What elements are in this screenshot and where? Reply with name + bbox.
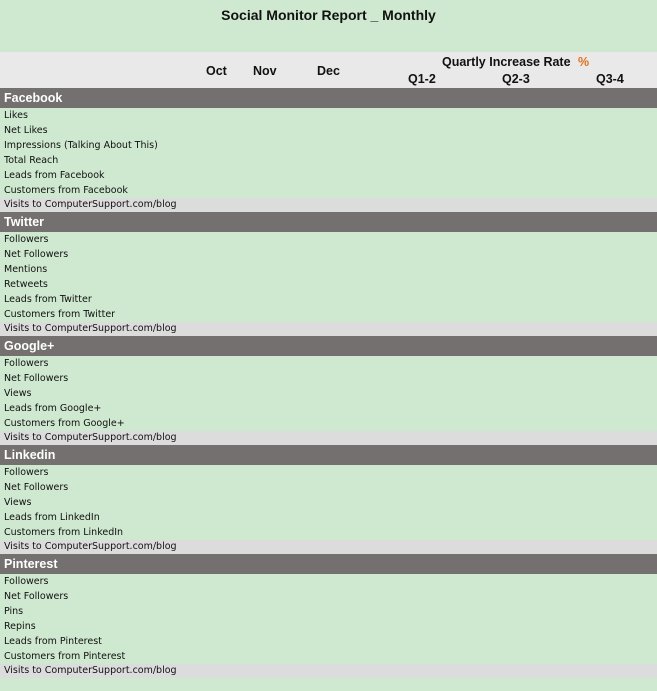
section-header-linkedin: Linkedin <box>0 445 657 465</box>
table-row[interactable]: Followers <box>0 356 657 371</box>
table-row[interactable]: Leads from Pinterest <box>0 634 657 649</box>
quarterly-increase-rate-label: Quartly Increase Rate <box>442 55 571 69</box>
table-row[interactable]: Net Likes <box>0 123 657 138</box>
section-header-google-plus: Google+ <box>0 336 657 356</box>
section-header-facebook: Facebook <box>0 88 657 108</box>
column-header-band: Oct Nov Dec Quartly Increase Rate % Q1-2… <box>0 52 657 88</box>
percent-unit-label: % <box>578 55 590 69</box>
table-row[interactable]: Net Followers <box>0 480 657 495</box>
column-header-oct: Oct <box>206 64 227 78</box>
table-row[interactable]: Followers <box>0 232 657 247</box>
table-row[interactable]: Customers from Pinterest <box>0 649 657 664</box>
table-row[interactable]: Views <box>0 386 657 401</box>
column-header-q3-4: Q3-4 <box>596 72 624 86</box>
visits-row[interactable]: Visits to ComputerSupport.com/blog <box>0 198 657 212</box>
table-row[interactable]: Net Followers <box>0 371 657 386</box>
table-row[interactable]: Customers from Facebook <box>0 183 657 198</box>
section-header-twitter: Twitter <box>0 212 657 232</box>
report-title: Social Monitor Report _ Monthly <box>221 7 436 23</box>
visits-row[interactable]: Visits to ComputerSupport.com/blog <box>0 431 657 445</box>
table-row[interactable]: Customers from LinkedIn <box>0 525 657 540</box>
table-row[interactable]: Retweets <box>0 277 657 292</box>
table-row[interactable]: Total Reach <box>0 153 657 168</box>
table-row[interactable]: Repins <box>0 619 657 634</box>
table-row[interactable]: Leads from Google+ <box>0 401 657 416</box>
column-header-nov: Nov <box>253 64 277 78</box>
table-row[interactable]: Leads from Facebook <box>0 168 657 183</box>
column-header-dec: Dec <box>317 64 340 78</box>
table-row[interactable]: Mentions <box>0 262 657 277</box>
table-row[interactable]: Pins <box>0 604 657 619</box>
table-row[interactable]: Net Followers <box>0 589 657 604</box>
table-row[interactable]: Likes <box>0 108 657 123</box>
table-row[interactable]: Views <box>0 495 657 510</box>
visits-row[interactable]: Visits to ComputerSupport.com/blog <box>0 322 657 336</box>
table-row[interactable]: Net Followers <box>0 247 657 262</box>
table-row[interactable]: Leads from LinkedIn <box>0 510 657 525</box>
report-rows: Facebook Likes Net Likes Impressions (Ta… <box>0 88 657 678</box>
table-row[interactable]: Followers <box>0 574 657 589</box>
table-row[interactable]: Impressions (Talking About This) <box>0 138 657 153</box>
table-row[interactable]: Customers from Google+ <box>0 416 657 431</box>
section-header-pinterest: Pinterest <box>0 554 657 574</box>
title-area: Social Monitor Report _ Monthly <box>0 0 657 52</box>
visits-row[interactable]: Visits to ComputerSupport.com/blog <box>0 664 657 678</box>
table-row[interactable]: Followers <box>0 465 657 480</box>
visits-row[interactable]: Visits to ComputerSupport.com/blog <box>0 540 657 554</box>
column-header-q2-3: Q2-3 <box>502 72 530 86</box>
column-header-q1-2: Q1-2 <box>408 72 436 86</box>
table-row[interactable]: Leads from Twitter <box>0 292 657 307</box>
table-row[interactable]: Customers from Twitter <box>0 307 657 322</box>
